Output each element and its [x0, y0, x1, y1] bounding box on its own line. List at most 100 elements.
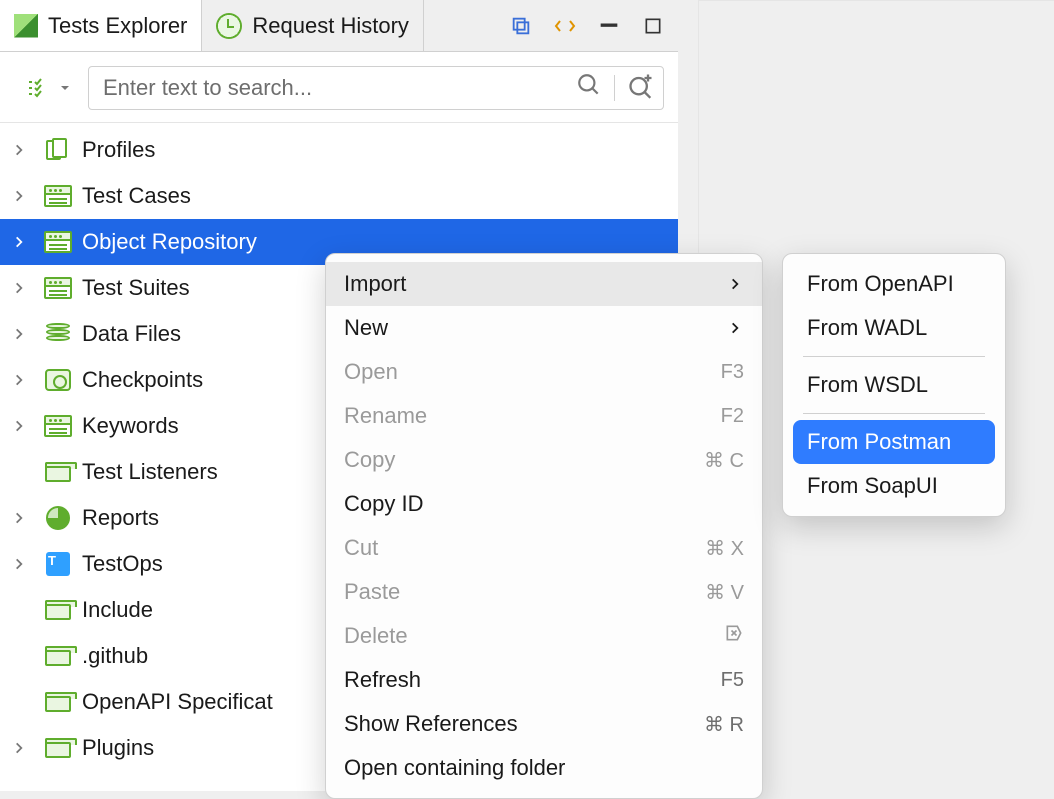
card-icon	[44, 277, 72, 299]
submenu-item[interactable]: From Postman	[793, 420, 995, 464]
menu-item: Cut ⌘ X	[326, 526, 762, 570]
menu-item-label: Refresh	[344, 667, 421, 693]
submenu-item[interactable]: From OpenAPI	[793, 262, 995, 306]
chevron-right-icon[interactable]	[10, 233, 28, 251]
submenu-item[interactable]: From SoapUI	[793, 464, 995, 508]
tree-node-label: Plugins	[82, 735, 154, 761]
menu-item-label: Import	[344, 271, 406, 297]
menu-item-label: Delete	[344, 623, 408, 649]
menu-shortcut	[724, 623, 744, 649]
search-input[interactable]	[101, 74, 576, 102]
menu-item-label: Rename	[344, 403, 427, 429]
menu-item: Copy ⌘ C	[326, 438, 762, 482]
menu-item: Paste⌘ V	[326, 570, 762, 614]
menu-item-label: Copy	[344, 447, 395, 473]
search-field-wrap	[88, 66, 664, 110]
menu-shortcut: F5	[721, 669, 744, 692]
menu-item: Delete	[326, 614, 762, 658]
menu-shortcut: ⌘ C	[704, 448, 744, 473]
search-add-icon[interactable]	[627, 71, 655, 105]
tree-node-label: Keywords	[82, 413, 179, 439]
spacer	[10, 647, 28, 665]
tab-label: Tests Explorer	[48, 13, 187, 39]
db-icon	[46, 323, 70, 345]
submenu-item-label: From WADL	[807, 315, 927, 341]
spacer	[10, 463, 28, 481]
submenu-item[interactable]: From WADL	[793, 306, 995, 350]
menu-separator	[803, 413, 985, 414]
menu-shortcut: F2	[721, 405, 744, 428]
explorer-toolbar	[0, 52, 678, 123]
context-menu[interactable]: Import New Open F3 Rename F2 Copy ⌘ C Copy ID Cut…	[325, 253, 763, 799]
spacer	[10, 601, 28, 619]
chevron-right-icon[interactable]	[10, 417, 28, 435]
tree-node-label: .github	[82, 643, 148, 669]
menu-item[interactable]: Refresh F5	[326, 658, 762, 702]
folder-icon	[45, 462, 71, 482]
import-submenu[interactable]: From OpenAPI From WADL From WSDL From Postm…	[782, 253, 1006, 517]
submenu-item-label: From SoapUI	[807, 473, 938, 499]
view-tabstrip: Tests Explorer Request History	[0, 0, 678, 52]
menu-item[interactable]: Open containing folder	[326, 746, 762, 790]
folder-icon	[45, 600, 71, 620]
menu-item[interactable]: Show References ⌘ R	[326, 702, 762, 746]
tree-node-label: Profiles	[82, 137, 155, 163]
testops-icon: T	[46, 552, 70, 576]
submenu-item-label: From WSDL	[807, 372, 928, 398]
tree-node-label: Data Files	[82, 321, 181, 347]
menu-item[interactable]: Copy ID	[326, 482, 762, 526]
katalon-logo-icon	[14, 14, 38, 38]
submenu-item[interactable]: From WSDL	[793, 363, 995, 407]
menu-item-label: Copy ID	[344, 491, 423, 517]
tree-node[interactable]: Profiles	[0, 127, 678, 173]
tree-node-label: Reports	[82, 505, 159, 531]
chevron-right-icon[interactable]	[10, 371, 28, 389]
menu-shortcut: ⌘ V	[705, 580, 744, 605]
tree-node-label: Test Listeners	[82, 459, 218, 485]
tab-request-history[interactable]: Request History	[202, 0, 424, 51]
tree-node-label: Test Suites	[82, 275, 190, 301]
folder-icon	[45, 692, 71, 712]
search-icon[interactable]	[576, 72, 602, 104]
tree-node-label: Test Cases	[82, 183, 191, 209]
menu-shortcut: F3	[721, 361, 744, 384]
history-icon	[216, 13, 242, 39]
menu-item-label: Cut	[344, 535, 378, 561]
chevron-right-icon[interactable]	[10, 141, 28, 159]
filter-tasks-icon	[25, 76, 49, 100]
chevron-right-icon[interactable]	[10, 279, 28, 297]
folder-icon	[45, 738, 71, 758]
chevron-right-icon	[726, 275, 744, 293]
chevron-right-icon[interactable]	[10, 509, 28, 527]
menu-item-label: Open	[344, 359, 398, 385]
tree-node-label: Checkpoints	[82, 367, 203, 393]
card-icon	[44, 415, 72, 437]
chevron-right-icon	[726, 319, 744, 337]
chevron-right-icon[interactable]	[10, 325, 28, 343]
divider	[614, 75, 615, 101]
tab-tests-explorer[interactable]: Tests Explorer	[0, 0, 202, 51]
chevron-right-icon[interactable]	[10, 555, 28, 573]
menu-item-label: New	[344, 315, 388, 341]
menu-item[interactable]: Import	[326, 262, 762, 306]
maximize-icon[interactable]	[640, 13, 666, 39]
menu-item-label: Show References	[344, 711, 518, 737]
filter-tasks-button[interactable]	[14, 67, 82, 109]
tree-node-label: Include	[82, 597, 153, 623]
pie-icon	[46, 506, 70, 530]
minimize-icon[interactable]	[596, 13, 622, 39]
menu-shortcut: ⌘ X	[705, 536, 744, 561]
tab-label: Request History	[252, 13, 409, 39]
menu-item[interactable]: New	[326, 306, 762, 350]
profiles-icon	[46, 138, 70, 162]
link-editor-icon[interactable]	[552, 13, 578, 39]
collapse-all-icon[interactable]	[508, 13, 534, 39]
tabstrip-actions	[496, 0, 678, 51]
chevron-right-icon[interactable]	[10, 739, 28, 757]
menu-shortcut: ⌘ R	[704, 712, 744, 737]
folder-icon	[45, 646, 71, 666]
tree-node[interactable]: Test Cases	[0, 173, 678, 219]
chevron-right-icon[interactable]	[10, 187, 28, 205]
camera-icon	[45, 369, 71, 391]
menu-item-label: Open containing folder	[344, 755, 565, 781]
